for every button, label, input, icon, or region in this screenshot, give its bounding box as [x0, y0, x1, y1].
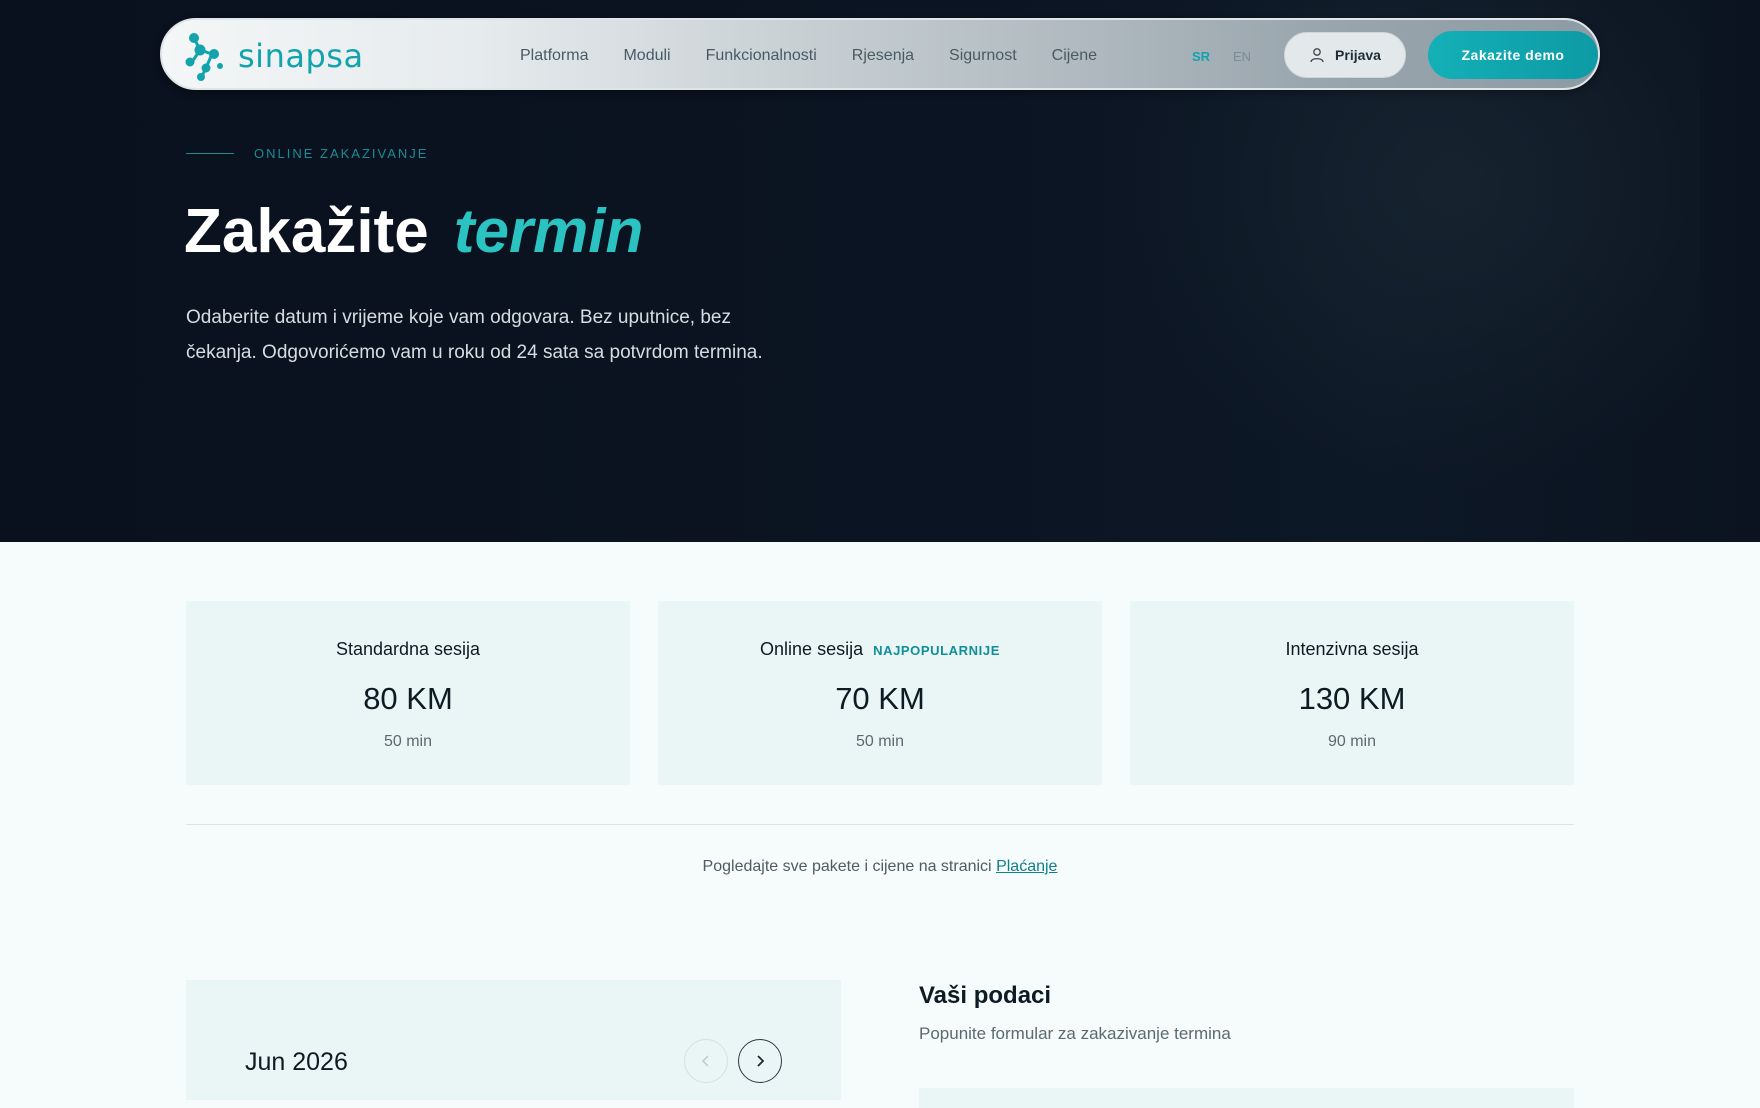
- form-first-field[interactable]: [919, 1088, 1574, 1108]
- session-cards: Standardna sesija 80 KM 50 min Online se…: [186, 601, 1574, 785]
- session-duration: 50 min: [855, 733, 905, 750]
- session-price: 70 KM: [835, 681, 925, 716]
- nav-link-moduli[interactable]: Moduli: [623, 47, 670, 65]
- login-button[interactable]: Prijava: [1284, 32, 1406, 78]
- session-name-row: Online sesija NAJPOPULARNIJE: [760, 639, 1000, 663]
- language-en[interactable]: EN: [1233, 20, 1251, 92]
- packages-note: Pogledajte sve pakete i cijene na strani…: [0, 858, 1760, 876]
- hero-description: Odaberite datum i vrijeme koje vam odgov…: [186, 307, 763, 363]
- page-title-accent: termin: [453, 197, 644, 266]
- eyebrow-text: ONLINE ZAKAZIVANJE: [254, 146, 429, 161]
- user-icon: [1310, 48, 1324, 63]
- previous-month-button[interactable]: [684, 1039, 728, 1083]
- brand-name: sinapsa: [238, 37, 364, 75]
- session-duration: 50 min: [383, 733, 433, 750]
- nav-link-platforma[interactable]: Platforma: [520, 47, 588, 65]
- session-name: Intenzivna sesija: [1285, 639, 1419, 659]
- session-name-row: Intenzivna sesija: [1285, 639, 1418, 663]
- hero-eyebrow: ONLINE ZAKAZIVANJE: [186, 146, 428, 161]
- nav-link-rjesenja[interactable]: Rjesenja: [852, 47, 914, 65]
- top-navbar: sinapsa Platforma Moduli Funkcionalnosti…: [160, 18, 1600, 90]
- calendar-panel: Jun 2026: [186, 980, 841, 1100]
- popular-badge: NAJPOPULARNIJE: [873, 643, 1000, 658]
- language-sr[interactable]: SR: [1192, 20, 1210, 92]
- payment-page-link[interactable]: Plaćanje: [996, 858, 1057, 875]
- molecule-logo-icon: [185, 33, 223, 81]
- session-price: 80 KM: [363, 681, 453, 716]
- session-price: 130 KM: [1298, 681, 1406, 716]
- nav-link-sigurnost[interactable]: Sigurnost: [949, 47, 1017, 65]
- book-demo-label: Zakazite demo: [1461, 47, 1565, 63]
- chevron-left-icon: [701, 1055, 709, 1067]
- eyebrow-divider: [186, 153, 234, 154]
- session-card-intensive[interactable]: Intenzivna sesija 130 KM 90 min: [1130, 601, 1574, 785]
- session-card-standard[interactable]: Standardna sesija 80 KM 50 min: [186, 601, 630, 785]
- session-duration: 90 min: [1327, 733, 1377, 750]
- page-title-main: Zakažite: [184, 197, 429, 266]
- form-title: Vaši podaci: [919, 982, 1052, 1009]
- form-subtitle: Popunite formular za zakazivanje termina: [919, 1024, 1231, 1043]
- session-card-online[interactable]: Online sesija NAJPOPULARNIJE 70 KM 50 mi…: [658, 601, 1102, 785]
- packages-note-text: Pogledajte sve pakete i cijene na strani…: [702, 858, 992, 875]
- page-title: Zakažite termin: [184, 196, 643, 267]
- session-name: Online sesija: [760, 639, 864, 659]
- nav-links: Platforma Moduli Funkcionalnosti Rjesenj…: [520, 20, 1132, 92]
- next-month-button[interactable]: [738, 1039, 782, 1083]
- chevron-right-icon: [757, 1055, 765, 1067]
- session-name-row: Standardna sesija: [336, 639, 480, 663]
- brand-logo[interactable]: sinapsa: [182, 28, 382, 84]
- nav-link-funkcionalnosti[interactable]: Funkcionalnosti: [706, 47, 817, 65]
- hero-section: sinapsa Platforma Moduli Funkcionalnosti…: [0, 0, 1760, 542]
- book-demo-button[interactable]: Zakazite demo: [1428, 31, 1598, 79]
- session-name: Standardna sesija: [335, 639, 481, 659]
- login-label: Prijava: [1335, 47, 1381, 63]
- nav-link-cijene[interactable]: Cijene: [1052, 47, 1097, 65]
- calendar-month-label: Jun 2026: [245, 1048, 348, 1076]
- section-divider: [186, 824, 1574, 825]
